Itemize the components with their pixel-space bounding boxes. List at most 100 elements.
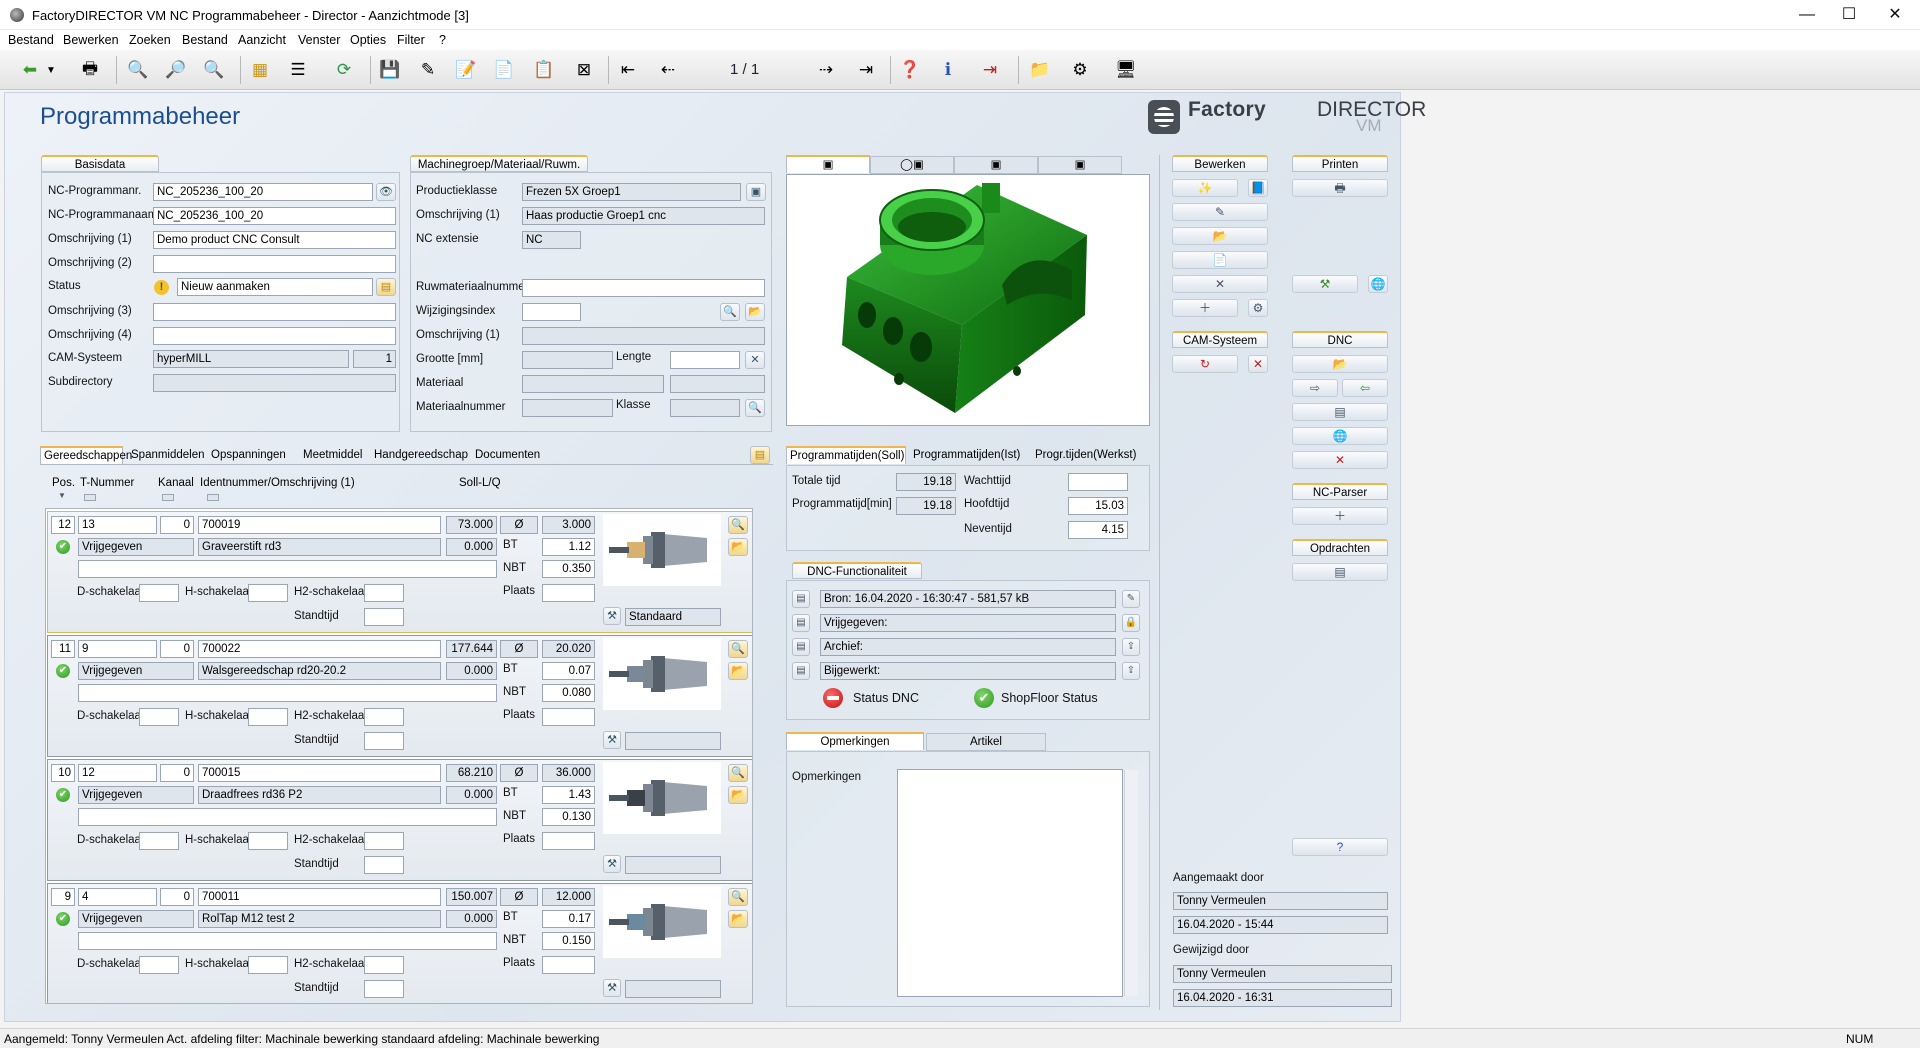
tab-view-photo[interactable]: ▣ [954, 156, 1038, 174]
tool-bt[interactable]: 0.07 [542, 662, 595, 680]
copy-doc-icon[interactable]: 📄 [1172, 251, 1268, 269]
form-view-icon[interactable]: ☰ [284, 56, 312, 84]
first-record-icon[interactable]: ⇤ [614, 56, 642, 84]
filter-tnummer-box[interactable] [84, 494, 96, 501]
tab-meetmiddel[interactable]: Meetmiddel [300, 447, 365, 465]
part-preview[interactable] [786, 174, 1150, 426]
vrijgegeven-lock-icon[interactable]: 🔒 [1122, 614, 1140, 632]
previous-record-icon[interactable]: ⇠ [654, 56, 682, 84]
cam-delete-icon[interactable]: ✕ [1248, 355, 1268, 373]
status-input[interactable]: Nieuw aanmaken [177, 278, 373, 296]
bijgewerkt-file-icon[interactable]: ▤ [792, 662, 810, 680]
neventijd-value[interactable]: 4.15 [1068, 521, 1128, 539]
tool-d-schakelaar[interactable] [139, 584, 179, 602]
machine-icon[interactable]: 🖥 [1112, 56, 1140, 84]
edit-record-icon[interactable]: 📝 [452, 56, 480, 84]
help-icon[interactable]: ❓ [896, 56, 924, 84]
delete-record-icon[interactable]: ⊠ [570, 56, 598, 84]
menu-bestand[interactable]: Bestand [8, 33, 54, 47]
clear-icon[interactable]: ✕ [745, 351, 765, 369]
tool-row[interactable]: 9 4 0 700011 150.007 Ø 12.000 ✔ Vrijgegeven RolTa… [47, 883, 752, 1003]
tool-h2-schakelaar[interactable] [364, 584, 404, 602]
tool-h-schakelaar[interactable] [248, 956, 288, 974]
tool-extra-omschrijving[interactable] [78, 932, 497, 950]
search-stop-icon[interactable]: 🔍 [200, 56, 228, 84]
menu-opties[interactable]: Opties [350, 33, 386, 47]
tool-h2-schakelaar[interactable] [364, 832, 404, 850]
opmerkingen-scrollbar[interactable] [1124, 770, 1138, 996]
minimize-button[interactable]: — [1784, 0, 1830, 30]
archief-upload-icon[interactable]: ⇪ [1122, 638, 1140, 656]
omschrijving-3-input[interactable] [153, 303, 396, 321]
sidebar-help-icon[interactable]: ? [1292, 838, 1388, 856]
status-lookup-icon[interactable]: ▤ [376, 278, 396, 296]
table-view-icon[interactable]: ▦ [246, 56, 274, 84]
tool-pos[interactable]: 11 [51, 640, 75, 658]
tool-identnummer[interactable]: 700011 [198, 888, 441, 906]
tool-plaats[interactable] [542, 832, 595, 850]
archief-file-icon[interactable]: ▤ [792, 638, 810, 656]
tools-list-icon[interactable]: ▤ [750, 446, 770, 464]
tab-gereedschappen[interactable]: Gereedschappen [40, 446, 132, 464]
holder-icon[interactable]: ⚒ [603, 855, 621, 873]
bron-edit-icon[interactable]: ✎ [1122, 590, 1140, 608]
tool-standtijd[interactable] [364, 856, 404, 874]
search-icon[interactable]: 🔍 [124, 56, 152, 84]
tools-list[interactable]: 12 13 0 700019 73.000 Ø 3.000 ✔ Vrijgegeven Grave… [45, 508, 753, 1004]
filter-ident-box[interactable] [207, 494, 219, 501]
tool-d-schakelaar[interactable] [139, 708, 179, 726]
header-kanaal[interactable]: Kanaal [158, 477, 194, 489]
wijzigingsindex-input[interactable] [522, 303, 581, 321]
new-record-icon[interactable]: 📄 [490, 56, 518, 84]
tool-extra-omschrijving[interactable] [78, 808, 497, 826]
tools-scrollbar[interactable] [752, 509, 753, 1004]
ruw-folder-icon[interactable]: 📂 [745, 303, 765, 321]
delete-x-icon[interactable]: ✕ [1172, 275, 1268, 293]
tool-plaats[interactable] [542, 956, 595, 974]
status-dnc-label[interactable]: Status DNC [853, 691, 919, 705]
sort-down-icon[interactable]: ▼ [58, 491, 66, 500]
tool-plaats[interactable] [542, 584, 595, 602]
tool-search-icon[interactable]: 🔍 [728, 640, 748, 658]
dnc-send-icon[interactable]: ⇨ [1292, 379, 1338, 397]
print-icon[interactable]: 🖶 [1292, 179, 1388, 197]
tool-h-schakelaar[interactable] [248, 832, 288, 850]
save-icon[interactable]: 💾 [376, 56, 404, 84]
eye-icon[interactable]: 👁 [376, 183, 396, 201]
open-folder-icon[interactable]: 📂 [1172, 227, 1268, 245]
shopfloor-status-label[interactable]: ShopFloor Status [1001, 691, 1098, 705]
tool-nbt[interactable]: 0.150 [542, 932, 595, 950]
menu-filter[interactable]: Filter [397, 33, 425, 47]
tab-opspanningen[interactable]: Opspanningen [208, 447, 289, 465]
klasse-lookup-icon[interactable]: 🔍 [745, 399, 765, 417]
tool-kanaal[interactable]: 0 [160, 888, 194, 906]
tool-pos[interactable]: 12 [51, 516, 75, 534]
tools-gear-icon[interactable]: ⚙ [1248, 299, 1268, 317]
tool-nbt[interactable]: 0.130 [542, 808, 595, 826]
holder-icon[interactable]: ⚒ [603, 607, 621, 625]
cam-open-icon[interactable]: ↻ [1172, 355, 1238, 373]
dnc-receive-icon[interactable]: ⇦ [1342, 379, 1388, 397]
tool-row[interactable]: 10 12 0 700015 68.210 Ø 36.000 ✔ Vrijgegeven Draa… [47, 759, 752, 881]
tool-d-schakelaar[interactable] [139, 832, 179, 850]
header-pos[interactable]: Pos. [52, 477, 75, 489]
ruw-search-icon[interactable]: 🔍 [720, 303, 740, 321]
opdrachten-list-icon[interactable]: ▤ [1292, 563, 1388, 581]
menu-bewerken[interactable]: Bewerken [63, 33, 119, 47]
dropdown-arrow-icon[interactable]: ▼ [44, 56, 58, 84]
menu-help[interactable]: ? [439, 33, 446, 47]
menu-aanzicht[interactable]: Aanzicht [238, 33, 286, 47]
dnc-folder-icon[interactable]: 📂 [1292, 355, 1388, 373]
tool-identnummer[interactable]: 700019 [198, 516, 441, 534]
tool-nbt[interactable]: 0.080 [542, 684, 595, 702]
wachttijd-value[interactable] [1068, 473, 1128, 491]
tool-nbt[interactable]: 0.350 [542, 560, 595, 578]
tab-dnc-functionaliteit[interactable]: DNC-Functionaliteit [792, 562, 922, 579]
productieklasse-lookup-icon[interactable]: ▣ [746, 183, 766, 201]
printer-icon[interactable]: 🖶 [76, 56, 104, 84]
tool-row[interactable]: 12 13 0 700019 73.000 Ø 3.000 ✔ Vrijgegeven Grave… [47, 511, 752, 633]
tool-d-schakelaar[interactable] [139, 956, 179, 974]
tool-kanaal[interactable]: 0 [160, 640, 194, 658]
bijgewerkt-upload-icon[interactable]: ⇪ [1122, 662, 1140, 680]
nc-parser-add-icon[interactable]: ＋ [1292, 507, 1388, 525]
